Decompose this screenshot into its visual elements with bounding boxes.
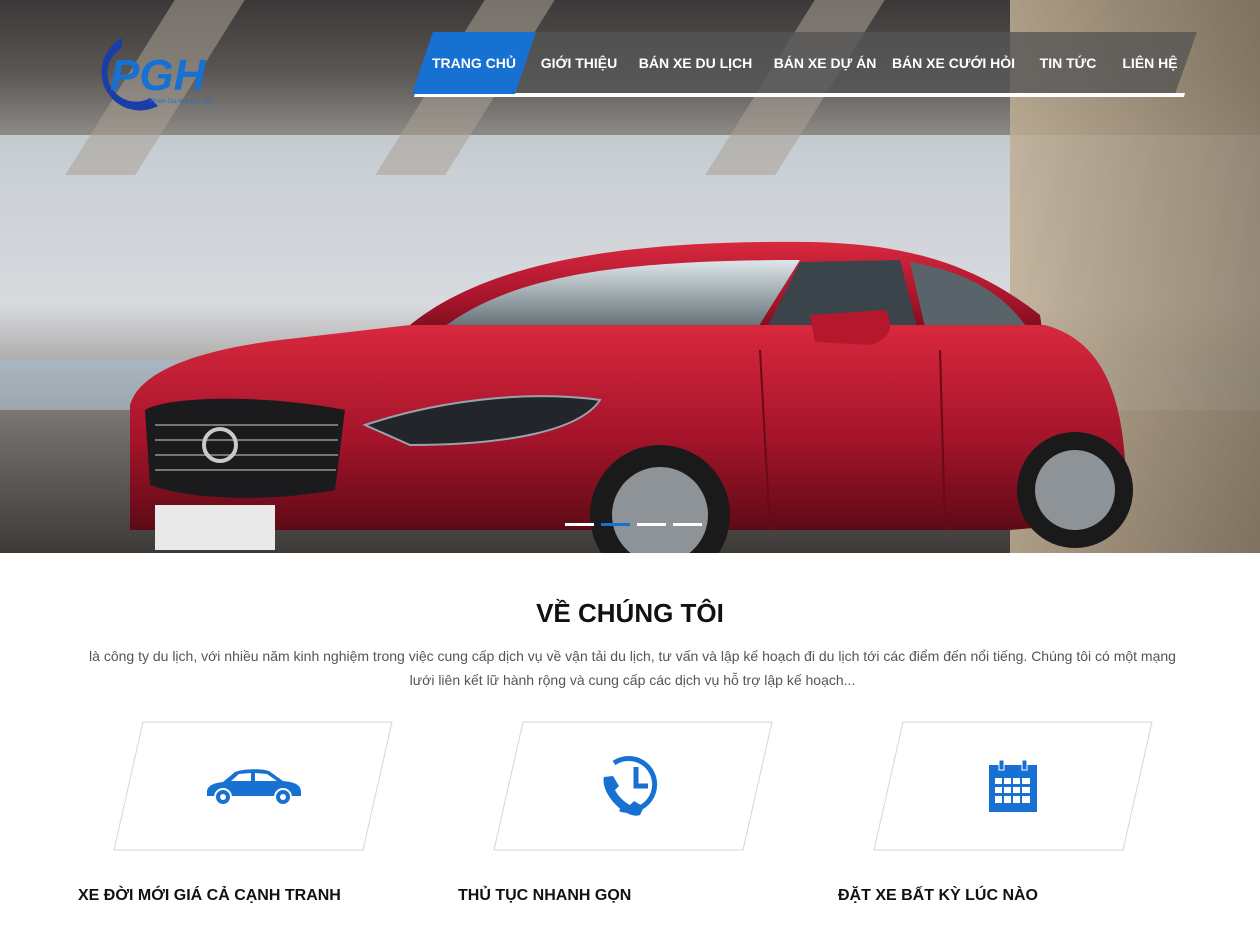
nav-item-trang-chu[interactable]: TRANG CHỦ xyxy=(412,32,536,94)
slider-pagination xyxy=(565,523,702,526)
about-title: VỀ CHÚNG TÔI xyxy=(536,598,724,628)
feature-icon-box xyxy=(873,721,1153,851)
nav-item-lien-he[interactable]: LIÊN HỆ xyxy=(1110,32,1190,94)
logo-mark: PGH Pham Gia Huy Co., Ltd xyxy=(101,38,212,111)
site-logo[interactable]: PGH Pham Gia Huy Co., Ltd xyxy=(80,32,245,114)
logo-text: PGH xyxy=(110,51,207,100)
about-description: là công ty du lịch, với nhiều năm kinh n… xyxy=(89,648,1176,688)
slider-dot-2-active[interactable] xyxy=(601,523,630,526)
hero-slider: PGH Pham Gia Huy Co., Ltd TRANG CHỦ GIỚI… xyxy=(0,0,1260,553)
feature-title: XE ĐỜI MỚI GIÁ CẢ CẠNH TRANH xyxy=(78,887,341,904)
main-navigation: TRANG CHỦ GIỚI THIỆU BÁN XE DU LỊCH BÁN … xyxy=(412,32,1197,97)
nav-item-ban-xe-cuoi-hoi[interactable]: BÁN XE CƯỚI HỎI xyxy=(881,32,1026,94)
logo-subtext: Pham Gia Huy Co., Ltd xyxy=(150,99,212,105)
slider-dot-3[interactable] xyxy=(637,523,666,526)
slider-dot-4[interactable] xyxy=(673,523,702,526)
nav-item-ban-xe-du-lich[interactable]: BÁN XE DU LỊCH xyxy=(622,32,769,94)
calendar-icon xyxy=(989,759,1037,812)
car-icon xyxy=(206,769,301,806)
feature-title: ĐẶT XE BẤT KỲ LÚC NÀO xyxy=(838,887,1038,904)
slider-dot-1[interactable] xyxy=(565,523,594,526)
feature-icon-box xyxy=(493,721,773,851)
nav-item-gioi-thieu[interactable]: GIỚI THIỆU xyxy=(536,32,622,94)
feature-icon-box xyxy=(113,721,393,851)
feature-title: THỦ TỤC NHANH GỌN xyxy=(458,887,632,904)
nav-item-tin-tuc[interactable]: TIN TỨC xyxy=(1026,32,1110,94)
phone-clock-icon xyxy=(603,756,658,816)
nav-item-ban-xe-du-an[interactable]: BÁN XE DỰ ÁN xyxy=(769,32,881,94)
nav-list: TRANG CHỦ GIỚI THIỆU BÁN XE DU LỊCH BÁN … xyxy=(412,32,1190,94)
hero-car-image xyxy=(130,241,1133,553)
